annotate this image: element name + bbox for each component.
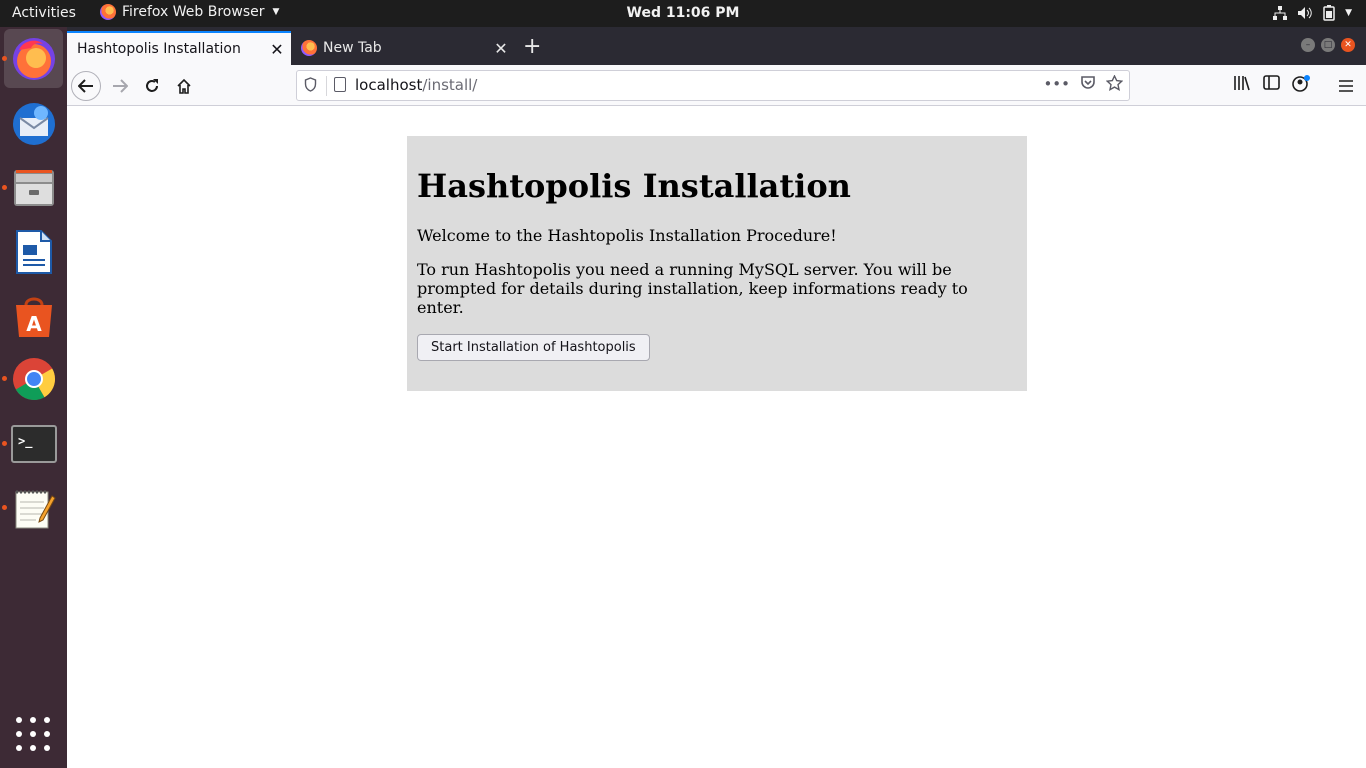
forward-button[interactable] <box>105 71 135 101</box>
bookmark-star-icon[interactable] <box>1106 75 1123 91</box>
reload-button[interactable] <box>137 71 167 101</box>
url-separator <box>326 76 327 96</box>
close-icon[interactable]: ✕ <box>263 40 291 59</box>
welcome-text: Welcome to the Hashtopolis Installation … <box>417 226 837 245</box>
apps-grid-icon[interactable] <box>16 717 50 751</box>
page-actions-icon[interactable]: ••• <box>1043 75 1070 93</box>
running-indicator <box>2 376 7 381</box>
chevron-down-icon: ▼ <box>272 7 280 17</box>
requirements-text: To run Hashtopolis you need a running My… <box>417 260 968 317</box>
dock: A >_ <box>0 27 67 768</box>
svg-text:>_: >_ <box>18 434 33 449</box>
back-button[interactable] <box>71 71 101 101</box>
maximize-icon[interactable]: □ <box>1321 38 1335 52</box>
firefox-icon <box>301 40 317 56</box>
firefox-icon <box>100 4 116 20</box>
running-indicator <box>2 56 7 61</box>
tab-new-tab[interactable]: New Tab ✕ <box>291 31 515 65</box>
hamburger-menu-icon <box>1339 80 1353 92</box>
tracking-protection-icon[interactable] <box>304 77 317 96</box>
url-text[interactable]: localhost/install/ <box>355 76 477 94</box>
running-indicator <box>2 505 7 510</box>
dock-chrome[interactable] <box>4 349 63 408</box>
close-icon[interactable]: ✕ <box>487 39 515 58</box>
home-button[interactable] <box>169 71 199 101</box>
url-bar[interactable]: localhost/install/ ••• <box>296 70 1130 101</box>
files-icon <box>13 169 54 206</box>
library-icon[interactable] <box>1233 75 1251 91</box>
arrow-left-icon <box>78 79 93 93</box>
dock-firefox[interactable] <box>4 29 63 88</box>
app-menu-label: Firefox Web Browser <box>122 4 265 20</box>
firefox-icon <box>12 37 55 80</box>
chrome-icon <box>12 357 55 400</box>
arrow-right-icon <box>113 79 128 93</box>
running-indicator <box>2 441 7 446</box>
pocket-icon[interactable] <box>1080 75 1096 91</box>
installation-panel: Hashtopolis Installation Welcome to the … <box>407 136 1027 391</box>
account-icon[interactable] <box>1292 75 1310 92</box>
software-icon: A <box>15 297 52 337</box>
dock-ubuntu-software[interactable]: A <box>4 286 63 345</box>
tab-label: New Tab <box>323 40 382 56</box>
system-menu-caret-icon: ▼ <box>1345 8 1352 18</box>
minimize-icon[interactable]: – <box>1301 38 1315 52</box>
thunderbird-icon <box>12 102 55 145</box>
new-tab-button[interactable]: + <box>523 36 541 58</box>
page-info-icon[interactable] <box>334 77 346 92</box>
page-title: Hashtopolis Installation <box>417 167 851 205</box>
clock[interactable]: Wed 11:06 PM <box>627 5 740 21</box>
system-tray[interactable]: ▼ <box>1273 5 1352 21</box>
writer-icon <box>15 229 52 274</box>
volume-icon <box>1298 7 1312 19</box>
tab-hashtopolis-installation[interactable]: Hashtopolis Installation ✕ <box>67 31 291 65</box>
window-close-icon[interactable]: ✕ <box>1341 38 1355 52</box>
svg-text:A: A <box>26 312 42 336</box>
reload-icon <box>146 79 158 92</box>
battery-icon <box>1323 5 1335 21</box>
gnome-top-bar: Activities Firefox Web Browser ▼ Wed 11:… <box>0 0 1366 27</box>
network-icon <box>1273 6 1288 20</box>
tab-label: Hashtopolis Installation <box>77 41 241 57</box>
url-host: localhost <box>355 76 423 94</box>
terminal-icon: >_ <box>10 424 57 463</box>
navigation-toolbar: localhost/install/ ••• <box>67 65 1366 106</box>
menu-button[interactable] <box>1331 71 1361 101</box>
dock-terminal[interactable]: >_ <box>4 414 63 473</box>
home-icon <box>177 78 191 94</box>
sidebar-icon[interactable] <box>1263 75 1280 90</box>
dock-libreoffice-writer[interactable] <box>4 222 63 281</box>
text-editor-icon <box>15 490 56 528</box>
app-menu[interactable]: Firefox Web Browser ▼ <box>100 4 279 20</box>
web-content: Hashtopolis Installation Welcome to the … <box>67 106 1366 768</box>
url-path: /install/ <box>422 76 478 94</box>
start-installation-button[interactable]: Start Installation of Hashtopolis <box>417 334 650 361</box>
tab-bar: Hashtopolis Installation ✕ New Tab ✕ + –… <box>67 27 1366 65</box>
activities-button[interactable]: Activities <box>12 5 76 21</box>
running-indicator <box>2 185 7 190</box>
dock-text-editor[interactable] <box>4 478 63 537</box>
dock-files[interactable] <box>4 158 63 217</box>
dock-thunderbird[interactable] <box>4 94 63 153</box>
